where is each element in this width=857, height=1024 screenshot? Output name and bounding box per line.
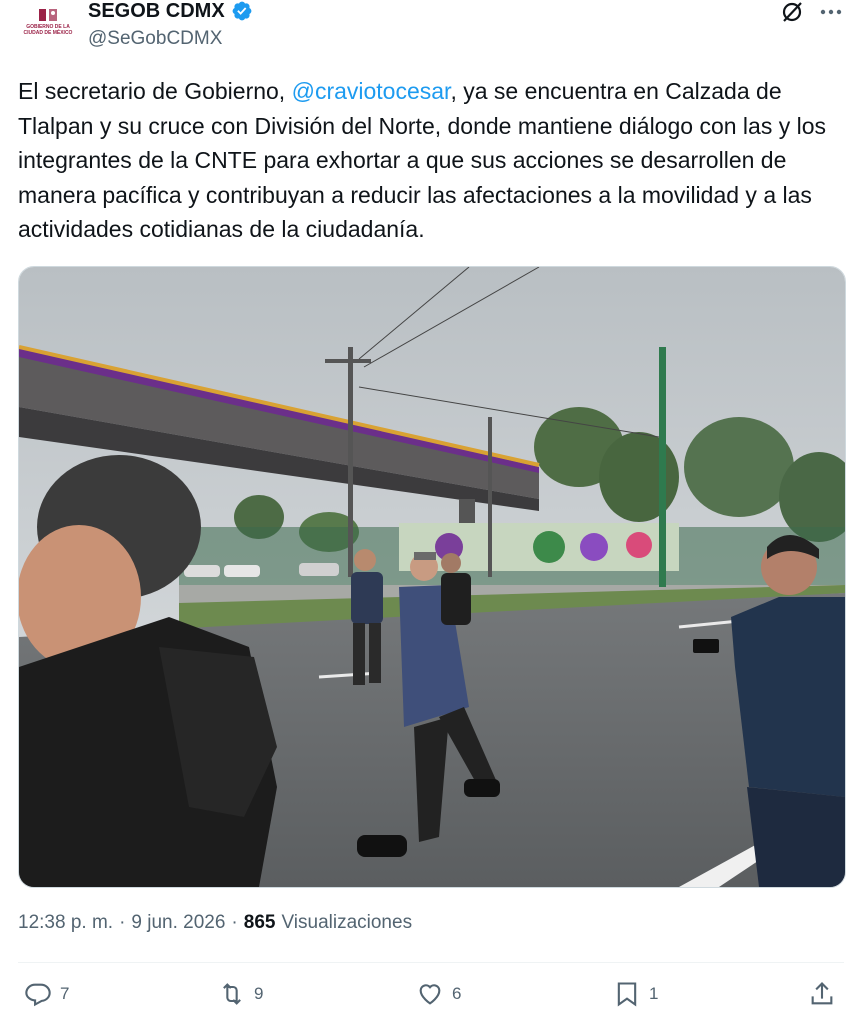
user-handle[interactable]: @SeGobCDMX [88, 28, 222, 50]
repost-icon [223, 983, 241, 1005]
meta-separator: · [231, 912, 238, 933]
tweet-text-before: El secretario de Gobierno, [18, 78, 292, 104]
like-icon [419, 984, 441, 1005]
reply-button[interactable]: 7 [24, 980, 69, 1008]
bookmark-count: 1 [649, 984, 659, 1003]
verified-badge-icon [232, 1, 252, 21]
crest-icon [39, 9, 57, 21]
views-count: 865 [243, 912, 276, 933]
divider [18, 962, 844, 963]
reply-count: 7 [60, 984, 70, 1003]
display-name[interactable]: SEGOB CDMX [88, 0, 253, 22]
like-button[interactable]: 6 [416, 980, 461, 1008]
action-bar: 7 9 6 1 [0, 980, 857, 1020]
tweet-date[interactable]: 9 jun. 2026 [131, 912, 225, 934]
tweet-photo[interactable] [18, 266, 846, 888]
more-dots-icon[interactable] [818, 2, 844, 22]
avatar-seal-text: GOBIERNO DE LA CIUDAD DE MÉXICO [23, 24, 73, 36]
tweet-meta: 12:38 p. m. · 9 jun. 2026 · 865 Visualiz… [18, 912, 412, 934]
share-icon [811, 982, 833, 1005]
grok-slash-icon[interactable] [780, 0, 804, 24]
bookmark-button[interactable]: 1 [613, 980, 658, 1008]
meta-separator: · [119, 912, 126, 933]
repost-button[interactable]: 9 [218, 980, 263, 1008]
views-label: Visualizaciones [281, 912, 413, 933]
reply-icon [25, 983, 51, 1007]
tweet-time[interactable]: 12:38 p. m. [18, 912, 113, 934]
display-name-text[interactable]: SEGOB CDMX [88, 0, 225, 22]
like-count: 6 [452, 984, 462, 1003]
mention-link[interactable]: @craviotocesar [292, 78, 451, 104]
tweet-text: El secretario de Gobierno, @craviotocesa… [18, 74, 848, 247]
tweet-header: GOBIERNO DE LA CIUDAD DE MÉXICO SEGOB CD… [0, 0, 857, 62]
repost-count: 9 [254, 984, 264, 1003]
share-button[interactable] [808, 980, 836, 1008]
avatar[interactable]: GOBIERNO DE LA CIUDAD DE MÉXICO [22, 4, 74, 48]
bookmark-icon [617, 982, 637, 1007]
street-scene-photo [19, 267, 845, 887]
